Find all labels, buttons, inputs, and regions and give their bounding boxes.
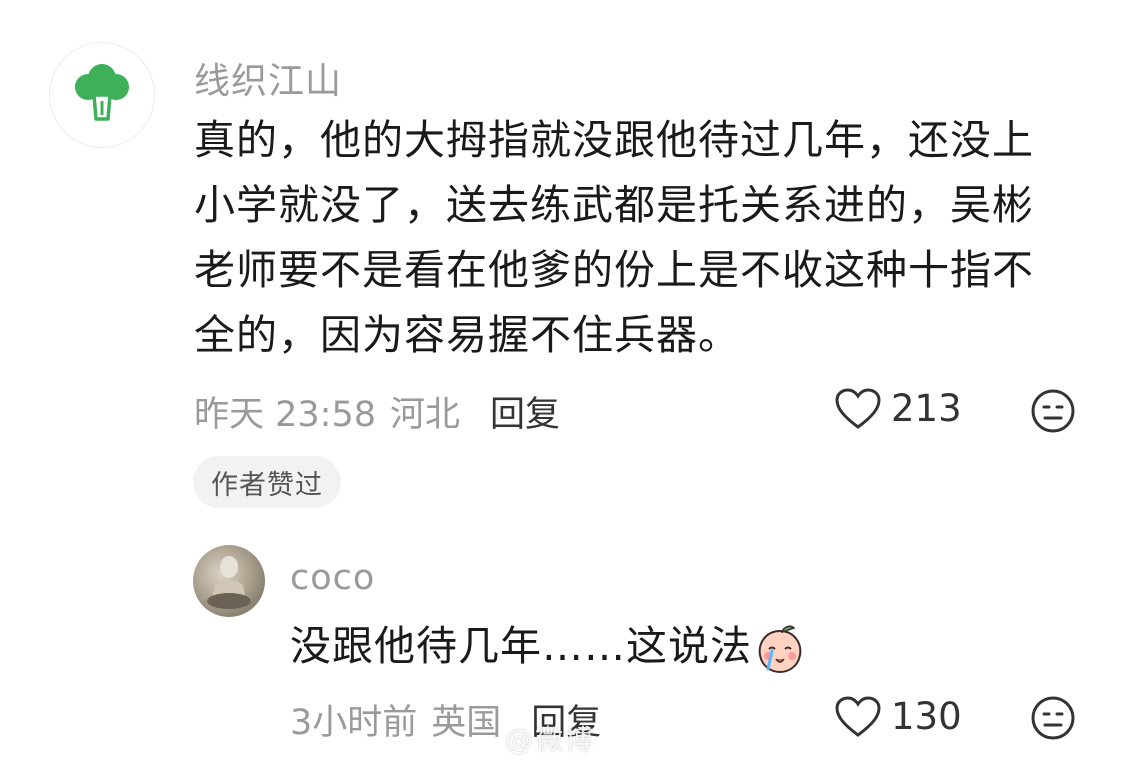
heart-icon bbox=[835, 387, 881, 429]
author-liked-badge: 作者赞过 bbox=[193, 456, 341, 508]
dislike-face-icon[interactable] bbox=[1030, 388, 1076, 434]
reply-like-count: 130 bbox=[891, 695, 962, 738]
watermark: @微博 bbox=[505, 723, 596, 756]
reply-username[interactable]: coco bbox=[290, 558, 375, 598]
comment-location: 河北 bbox=[390, 395, 461, 435]
comment-text: 真的，他的大拇指就没跟他待过几年，还没上小学就没了，送去练武都是托关系进的，吴彬… bbox=[194, 116, 1034, 359]
reply-like-button[interactable]: 130 bbox=[835, 695, 962, 738]
reply-time: 3小时前 bbox=[290, 703, 418, 743]
like-count: 213 bbox=[891, 387, 962, 430]
user-avatar[interactable] bbox=[49, 42, 155, 148]
broccoli-icon bbox=[75, 64, 129, 121]
avatar-photo-icon bbox=[207, 556, 251, 609]
comment-meta: 昨天 23:58 河北 回复 bbox=[194, 386, 560, 437]
reply-dislike-face-icon[interactable] bbox=[1030, 695, 1076, 741]
like-button[interactable]: 213 bbox=[835, 387, 962, 430]
heart-icon bbox=[835, 695, 881, 737]
reply-text: 没跟他待几年……这说法 bbox=[290, 614, 1050, 679]
comment-time: 昨天 23:58 bbox=[194, 395, 376, 435]
reply-user-avatar[interactable] bbox=[193, 545, 265, 617]
reply-text-content: 没跟他待几年……这说法 bbox=[290, 622, 752, 670]
reply-button[interactable]: 回复 bbox=[490, 386, 560, 437]
crying-peach-emoji bbox=[758, 625, 802, 674]
reply-location: 英国 bbox=[431, 703, 502, 743]
comment-username[interactable]: 线织江山 bbox=[194, 52, 342, 104]
